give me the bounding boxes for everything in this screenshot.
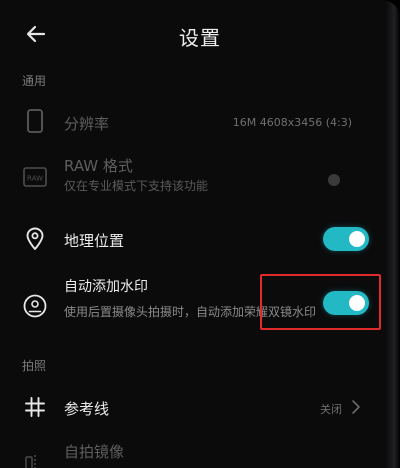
chevron-right-icon: [350, 399, 362, 415]
resolution-value: 16M 4608x3456 (4:3): [232, 116, 352, 129]
portrait-badge-icon: [22, 293, 48, 319]
location-pin-icon: [22, 226, 48, 252]
location-toggle-knob: [349, 231, 365, 247]
resolution-label: 分辨率: [64, 115, 110, 133]
raw-format-subtitle: 仅在专业模式下支持该功能: [64, 179, 209, 193]
page-title: 设置: [179, 26, 221, 50]
raw-icon-text: RAW: [27, 175, 43, 183]
phone-outline-icon: [22, 108, 48, 134]
grid-label: 参考线: [64, 400, 110, 418]
device-frame-edge: [386, 0, 400, 468]
grid-value: 关闭: [320, 403, 342, 416]
section-label-general: 通用: [22, 74, 47, 88]
mirror-icon: [22, 450, 48, 468]
header-bar: 设置: [0, 0, 400, 64]
grid-hash-icon: [22, 394, 48, 420]
raw-format-label: RAW 格式: [64, 157, 133, 175]
raw-icon: RAW: [22, 164, 48, 190]
selfie-mirror-label: 自拍镜像: [64, 443, 125, 461]
highlight-annotation-box: [260, 274, 381, 330]
settings-screen: 设置 通用 分辨率 16M 4608x3456 (4:3) RAW RAW 格式…: [0, 0, 400, 468]
section-label-shooting: 拍照: [22, 359, 47, 373]
watermark-label: 自动添加水印: [64, 279, 148, 295]
location-label: 地理位置: [64, 232, 125, 250]
raw-format-toggle: [328, 174, 340, 186]
location-toggle[interactable]: [323, 227, 369, 251]
